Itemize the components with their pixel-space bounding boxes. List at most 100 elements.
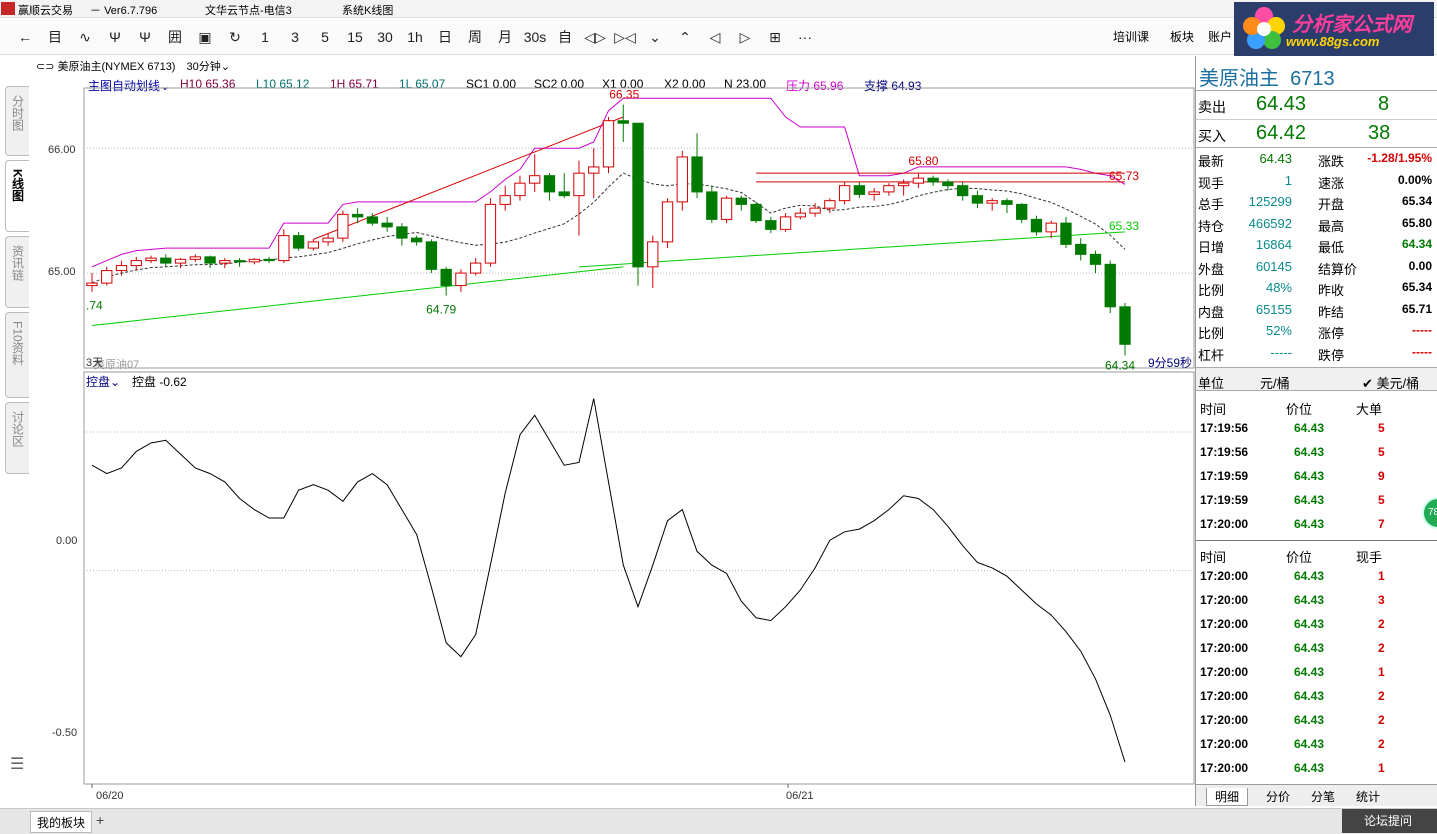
bottom-bar: 我的板块 + 论坛提问 bbox=[0, 808, 1437, 834]
sector-button[interactable]: 板块 bbox=[1170, 28, 1194, 45]
candle-body bbox=[174, 258, 187, 264]
my-sector-tab[interactable]: 我的板块 bbox=[30, 811, 93, 833]
training-button[interactable]: 培训课 bbox=[1113, 28, 1149, 45]
ask-volume: 8 bbox=[1378, 93, 1390, 115]
forum-question-button[interactable]: 论坛提问 bbox=[1342, 809, 1437, 833]
kline-chart-svg[interactable]: 66.35 64.79 65.80 65.73 65.33 64.34 .74 bbox=[0, 56, 1195, 806]
kongpan-value: 控盘 -0.62 bbox=[132, 375, 187, 389]
toolbar-next-icon[interactable]: ▷ bbox=[732, 27, 758, 47]
table-row[interactable]: 17:20:00 64.43 1 bbox=[1196, 756, 1437, 780]
toolbar-table-icon[interactable]: 囲 bbox=[162, 27, 188, 47]
bid-volume: 38 bbox=[1368, 122, 1391, 144]
toolbar-day-button[interactable]: 日 bbox=[432, 27, 458, 47]
toolbar-up-icon[interactable]: ⌃ bbox=[672, 27, 698, 47]
table-header: 时间 价位 现手 bbox=[1196, 542, 1437, 566]
table-row[interactable]: 17:20:00 64.43 3 bbox=[1196, 588, 1437, 612]
countdown-timer: 9分59秒 bbox=[1148, 356, 1193, 370]
toolbar-1h-button[interactable]: 1h bbox=[402, 27, 428, 47]
toolbar-expand-icon[interactable]: ◁▷ bbox=[582, 27, 608, 47]
ask-price[interactable]: 64.43 bbox=[1256, 93, 1306, 116]
quote-panel: 美原油主 6713 卖出 64.43 8 买入 64.42 38 最新 64.43… bbox=[1195, 56, 1437, 806]
toolbar-3m-button[interactable]: 3 bbox=[282, 27, 308, 47]
bid-price[interactable]: 64.42 bbox=[1256, 122, 1306, 145]
unit-yuan[interactable]: 元/桶 bbox=[1260, 373, 1290, 392]
table-row[interactable]: 17:20:00 64.43 2 bbox=[1196, 732, 1437, 756]
row-volume: 5 bbox=[1378, 421, 1385, 435]
toolbar-back-icon[interactable]: ← bbox=[12, 27, 38, 47]
candle-body bbox=[809, 207, 821, 214]
table-row[interactable]: 17:19:59 64.43 9 bbox=[1196, 464, 1437, 488]
candle-body bbox=[292, 235, 305, 249]
toolbar-list-icon[interactable]: 目 bbox=[42, 27, 68, 47]
chart-area[interactable]: ⊂⊃ 美原油主(NYMEX 6713) 30分钟⌄ 主图自动划线⌄ H10 65… bbox=[0, 56, 1195, 806]
candle-body bbox=[824, 200, 836, 209]
candle-body bbox=[381, 222, 393, 228]
candle-body bbox=[838, 185, 851, 202]
candle-body bbox=[1060, 222, 1072, 245]
table-row[interactable]: 17:20:00 64.43 1 bbox=[1196, 564, 1437, 588]
tab-detail[interactable]: 明细 bbox=[1206, 788, 1249, 806]
toolbar-line-icon[interactable]: ∿ bbox=[72, 27, 98, 47]
toolbar-shrink-icon[interactable]: ▷◁ bbox=[612, 27, 638, 47]
quote-label: 涨停 bbox=[1318, 326, 1345, 341]
table-row[interactable]: 17:20:00 64.43 1 bbox=[1196, 660, 1437, 684]
high-price-label: 66.35 bbox=[609, 87, 639, 101]
table-row[interactable]: 17:19:59 64.43 5 bbox=[1196, 488, 1437, 512]
toolbar-kline-type-icon[interactable]: Ψ bbox=[132, 27, 158, 47]
row-price: 64.43 bbox=[1294, 445, 1325, 459]
table-row[interactable]: 17:19:56 64.43 5 bbox=[1196, 440, 1437, 464]
row-volume: 2 bbox=[1378, 689, 1385, 703]
row-volume: 9 bbox=[1378, 469, 1385, 483]
toolbar-split-icon[interactable]: Ψ bbox=[102, 27, 128, 47]
tab-stats[interactable]: 统计 bbox=[1356, 788, 1380, 805]
quote-value: 0.00% bbox=[1397, 172, 1432, 187]
candle-body bbox=[1089, 253, 1102, 265]
order-book: 卖出 64.43 8 买入 64.42 38 bbox=[1196, 90, 1437, 148]
toolbar-more-icon[interactable]: ··· bbox=[792, 27, 818, 47]
panel-symbol: 美原油主 6713 bbox=[1199, 68, 1335, 90]
toolbar-30m-button[interactable]: 30 bbox=[372, 27, 398, 47]
price-label-6580: 65.80 bbox=[908, 154, 938, 168]
candle-body bbox=[1104, 263, 1116, 308]
row-price: 64.43 bbox=[1294, 737, 1325, 751]
quote-row: 日增 16864 最低 64.34 bbox=[1196, 234, 1437, 256]
toolbar-5m-button[interactable]: 5 bbox=[312, 27, 338, 47]
toolbar-15m-button[interactable]: 15 bbox=[342, 27, 368, 47]
tab-trades[interactable]: 分笔 bbox=[1311, 788, 1335, 805]
row-time: 17:19:59 bbox=[1200, 469, 1249, 483]
row-time: 17:19:59 bbox=[1200, 493, 1249, 507]
toolbar-prev-icon[interactable]: ◁ bbox=[702, 27, 728, 47]
table-row[interactable]: 17:20:00 64.43 2 bbox=[1196, 708, 1437, 732]
toolbar-1m-button[interactable]: 1 bbox=[252, 27, 278, 47]
toolbar-down-icon[interactable]: ⌄ bbox=[642, 27, 668, 47]
toolbar-month-button[interactable]: 月 bbox=[492, 27, 518, 47]
quote-row: 现手 1 速涨 0.00% bbox=[1196, 170, 1437, 192]
kongpan-select[interactable]: 控盘⌄ bbox=[86, 373, 120, 390]
quote-row: 比例 48% 昨收 65.34 bbox=[1196, 277, 1437, 299]
table-row[interactable]: 17:20:00 64.43 2 bbox=[1196, 636, 1437, 660]
account-button[interactable]: 账户 bbox=[1208, 28, 1232, 45]
toolbar-save-icon[interactable]: ▣ bbox=[192, 27, 218, 47]
toolbar-week-button[interactable]: 周 bbox=[462, 27, 488, 47]
node-text[interactable]: 文华云节点-电信3 bbox=[205, 2, 292, 18]
candle-body bbox=[514, 182, 526, 197]
quote-row: 比例 52% 涨停 ----- bbox=[1196, 320, 1437, 342]
toolbar-30s-button[interactable]: 30s bbox=[522, 27, 548, 47]
table-row[interactable]: 17:20:00 64.43 2 bbox=[1196, 612, 1437, 636]
tab-price-dist[interactable]: 分价 bbox=[1266, 788, 1290, 805]
candle-body bbox=[130, 260, 142, 267]
unit-usd[interactable]: ✔ 美元/桶 bbox=[1362, 373, 1419, 392]
row-volume: 5 bbox=[1378, 493, 1385, 507]
table-row[interactable]: 17:20:00 64.43 2 bbox=[1196, 684, 1437, 708]
table-row[interactable]: 17:19:56 64.43 5 bbox=[1196, 416, 1437, 440]
table-row[interactable]: 17:20:00 64.43 7 bbox=[1196, 512, 1437, 536]
ask-label: 卖出 bbox=[1198, 99, 1226, 115]
row-price: 64.43 bbox=[1294, 665, 1325, 679]
ad-banner[interactable]: 分析家公式网 www.88gs.com bbox=[1234, 2, 1434, 56]
toolbar-custom-icon[interactable]: 自 bbox=[552, 27, 578, 47]
add-tab-button[interactable]: + bbox=[96, 812, 104, 828]
toolbar-refresh-icon[interactable]: ↻ bbox=[222, 27, 248, 47]
candle-body bbox=[351, 213, 364, 218]
toolbar-layout-icon[interactable]: ⊞ bbox=[762, 27, 788, 47]
candle-body bbox=[691, 156, 703, 193]
